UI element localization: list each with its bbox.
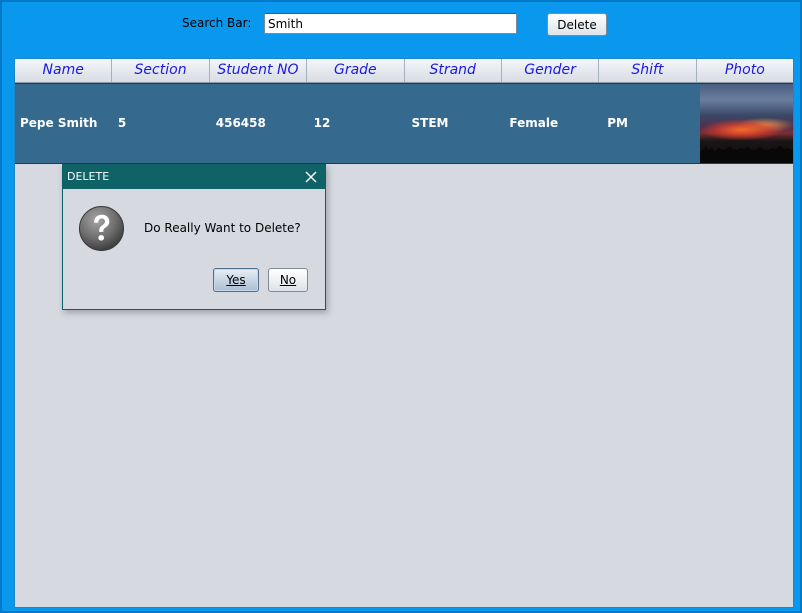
column-header-name[interactable]: Name — [15, 59, 113, 82]
cell-shift: PM — [607, 116, 628, 130]
cell-section: 5 — [117, 116, 127, 130]
cell-photo — [700, 84, 793, 163]
main-window: Search Bar: Delete Name Section Student … — [0, 0, 802, 613]
student-table: Name Section Student NO Grade Strand Gen… — [14, 58, 794, 608]
cell-name: Pepe Smith — [20, 116, 98, 130]
cell-strand: STEM — [411, 116, 449, 130]
dialog-message: Do Really Want to Delete? — [144, 221, 301, 235]
column-header-strand[interactable]: Strand — [405, 59, 502, 82]
no-button[interactable]: No — [268, 268, 308, 292]
search-input[interactable] — [264, 13, 517, 34]
tree-silhouette-icon — [700, 145, 793, 163]
dialog-titlebar[interactable]: DELETE — [63, 165, 325, 189]
dialog-title: DELETE — [67, 170, 110, 183]
cell-grade: 12 — [313, 116, 331, 130]
delete-button[interactable]: Delete — [547, 13, 607, 36]
column-header-student-no[interactable]: Student NO — [210, 59, 308, 82]
table-row[interactable]: Pepe Smith 5 456458 12 STEM Female PM — [15, 83, 793, 164]
column-header-grade[interactable]: Grade — [307, 59, 405, 82]
column-header-gender[interactable]: Gender — [502, 59, 600, 82]
table-header: Name Section Student NO Grade Strand Gen… — [15, 59, 793, 83]
close-icon[interactable] — [303, 169, 319, 185]
column-header-shift[interactable]: Shift — [599, 59, 697, 82]
question-icon — [78, 205, 125, 252]
cell-student-no: 456458 — [215, 116, 266, 130]
sunset-photo — [700, 84, 793, 163]
cell-gender: Female — [509, 116, 559, 130]
yes-button[interactable]: Yes — [213, 268, 259, 292]
delete-confirm-dialog: DELETE Do Really Want to Delete? Yes No — [62, 164, 326, 310]
column-header-section[interactable]: Section — [112, 59, 210, 82]
search-label: Search Bar: — [182, 16, 252, 30]
column-header-photo[interactable]: Photo — [697, 59, 793, 82]
